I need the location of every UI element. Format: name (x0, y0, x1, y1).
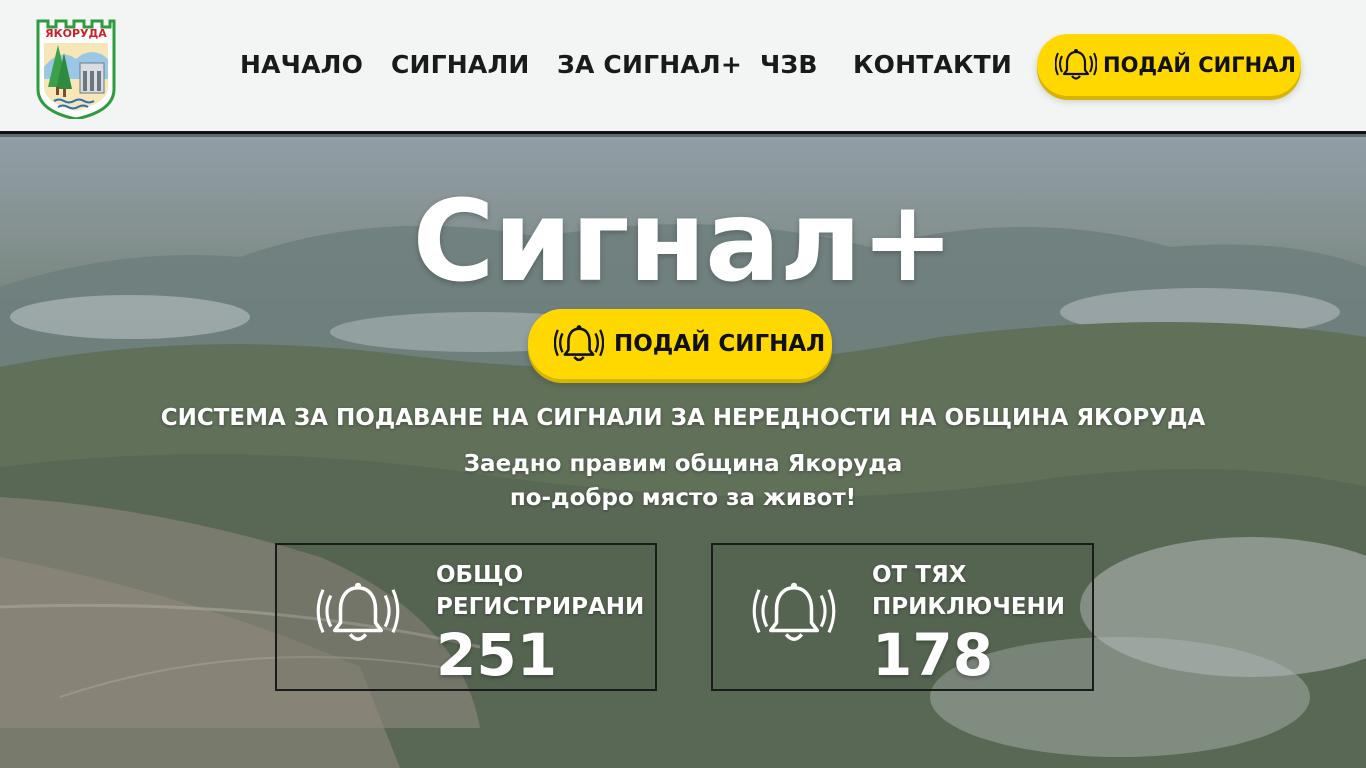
nav-item-home[interactable]: НАЧАЛО (240, 50, 363, 79)
hero-tagline-line1: Заедно правим община Якоруда (463, 451, 903, 477)
stat-value-closed: 178 (872, 621, 994, 689)
stat-label-line1: ОБЩО (436, 562, 524, 588)
stat-label-line1: ОТ ТЯХ (872, 562, 967, 588)
stat-card-closed: ОТ ТЯХ ПРИКЛЮЧЕНИ 178 (711, 543, 1094, 691)
nav-item-contacts[interactable]: КОНТАКТИ (853, 50, 1012, 79)
bell-ringing-icon (1055, 49, 1097, 80)
stat-label-line2: ПРИКЛЮЧЕНИ (872, 594, 1066, 620)
hero-cta-label: ПОДАЙ СИГНАЛ (614, 331, 826, 357)
nav-item-faq[interactable]: ЧЗВ (760, 50, 818, 79)
svg-text:ЯКОРУДА: ЯКОРУДА (45, 27, 107, 40)
hero-subtitle: СИСТЕМА ЗА ПОДАВАНЕ НА СИГНАЛИ ЗА НЕРЕДН… (160, 405, 1206, 431)
bell-ringing-icon (752, 582, 836, 641)
stat-card-total: ОБЩО РЕГИСТРИРАНИ 251 (275, 543, 657, 691)
municipality-logo[interactable]: ЯКОРУДА (34, 15, 118, 121)
hero-tagline: Заедно правим община Якоруда по-добро мя… (0, 447, 1366, 515)
nav-item-signals[interactable]: СИГНАЛИ (391, 50, 530, 79)
header-submit-signal-button[interactable]: ПОДАЙ СИГНАЛ (1037, 34, 1301, 96)
hero-title: Сигнал+ (412, 177, 954, 307)
stat-label: ОБЩО РЕГИСТРИРАНИ (436, 559, 644, 623)
site-header: ЯКОРУДА НАЧАЛО СИГНАЛИ ЗА СИГНАЛ+ ЧЗВ КО… (0, 0, 1366, 134)
stat-value-total: 251 (436, 621, 558, 689)
bell-ringing-icon (316, 582, 400, 641)
hero-submit-signal-button[interactable]: ПОДАЙ СИГНАЛ (528, 309, 832, 379)
nav-item-about[interactable]: ЗА СИГНАЛ+ (557, 50, 742, 79)
municipal-crest-icon: ЯКОРУДА (36, 19, 116, 121)
bell-ringing-icon (554, 325, 604, 362)
stat-label-line2: РЕГИСТРИРАНИ (436, 594, 645, 620)
stat-label: ОТ ТЯХ ПРИКЛЮЧЕНИ (872, 559, 1065, 623)
hero-tagline-line2: по-добро място за живот! (509, 485, 857, 511)
hero-section: Сигнал+ ПОДАЙ СИГНАЛ СИСТЕМА ЗА ПОДАВАНЕ… (0, 137, 1366, 768)
header-cta-label: ПОДАЙ СИГНАЛ (1103, 53, 1296, 77)
